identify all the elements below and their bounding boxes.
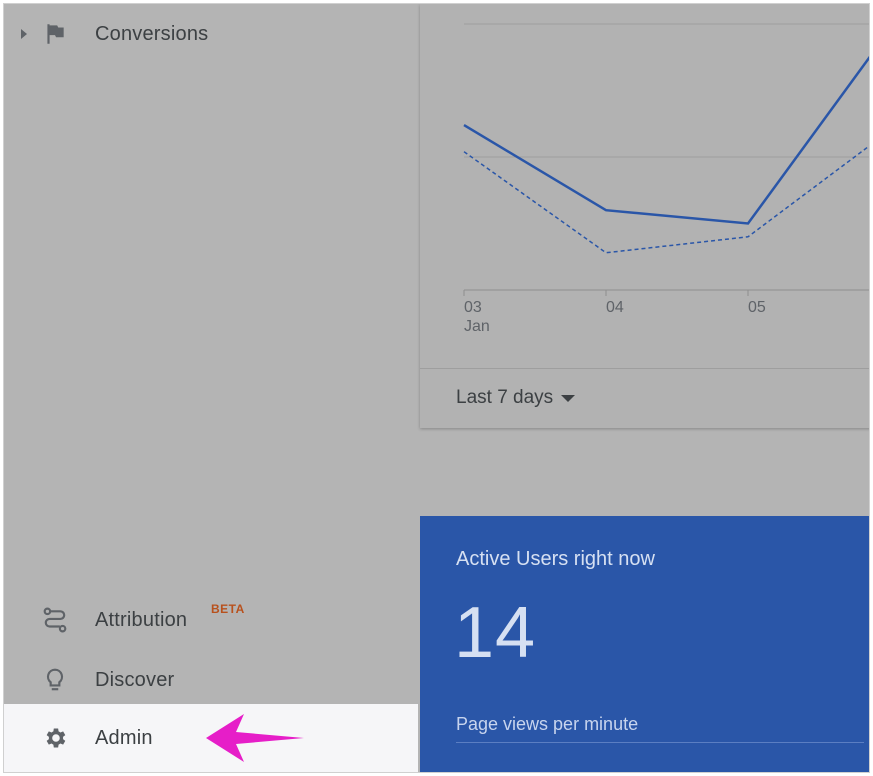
gear-icon [46, 728, 66, 748]
annotation-arrow-icon [206, 714, 304, 762]
flag-icon [47, 24, 64, 44]
beta-badge: BETA [211, 602, 245, 616]
lightbulb-icon [46, 668, 64, 691]
x-month-label: Jan [464, 318, 490, 335]
app-frame: Conversions Attribution BETA Discover Ad… [4, 4, 869, 772]
users-line-chart: 03 04 05 Jan [463, 23, 869, 335]
active-users-count: 14 [454, 593, 537, 673]
sidebar-item-conversions[interactable]: Conversions [4, 4, 418, 64]
x-tick-label: 04 [606, 299, 624, 316]
date-range-label: Last 7 days [456, 387, 554, 408]
dropdown-arrow-icon [561, 394, 576, 402]
divider [456, 742, 864, 743]
sidebar: Conversions Attribution BETA Discover Ad… [4, 4, 418, 772]
realtime-title: Active Users right now [456, 548, 655, 570]
sidebar-item-label: Conversions [95, 22, 209, 45]
users-chart-card: 03 04 05 Jan Last 7 days [420, 4, 869, 428]
sidebar-item-label: Admin [95, 726, 153, 749]
card-footer: Last 7 days [420, 368, 869, 429]
date-range-dropdown[interactable]: Last 7 days [456, 387, 576, 409]
primary-series-line [463, 55, 869, 225]
x-tick-label: 05 [748, 299, 766, 316]
expand-caret-icon[interactable] [20, 28, 28, 40]
sidebar-item-discover[interactable]: Discover [4, 650, 418, 710]
x-tick-label: 03 [464, 299, 482, 316]
attribution-path-icon [43, 607, 67, 633]
sidebar-item-label: Attribution [95, 608, 188, 631]
sidebar-item-label: Discover [95, 668, 175, 691]
realtime-card[interactable]: Active Users right now 14 Page views per… [420, 516, 869, 772]
comparison-series-line [463, 145, 869, 254]
sidebar-item-attribution[interactable]: Attribution BETA [4, 590, 418, 650]
pageviews-label: Page views per minute [456, 714, 639, 734]
